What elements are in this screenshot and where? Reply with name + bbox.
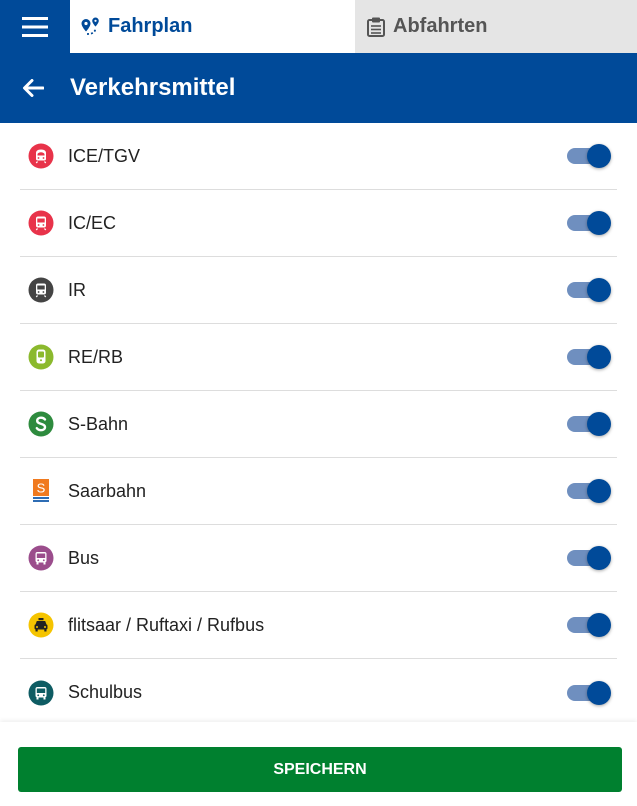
- s-bahn-icon: [28, 411, 54, 437]
- list-item-label: Bus: [68, 547, 100, 568]
- ice-train-icon: [28, 143, 54, 169]
- list-item-bus[interactable]: Bus: [20, 525, 617, 592]
- back-button[interactable]: [0, 53, 66, 123]
- schulbus-toggle[interactable]: [567, 678, 611, 708]
- page-header: Verkehrsmittel: [0, 53, 637, 123]
- list-item-label: flitsaar / Ruftaxi / Rufbus: [68, 614, 265, 635]
- route-icon: [78, 14, 104, 40]
- tab-fahrplan[interactable]: Fahrplan: [70, 0, 355, 53]
- saarbahn-toggle[interactable]: [567, 476, 611, 506]
- top-navigation: Fahrplan Abfahrten: [0, 0, 637, 53]
- school-bus-icon: [28, 680, 54, 706]
- ic-ec-toggle[interactable]: [567, 208, 611, 238]
- tab-fahrplan-label: Fahrplan: [108, 15, 193, 37]
- list-item-schulbus[interactable]: Schulbus: [20, 659, 617, 726]
- tab-abfahrten[interactable]: Abfahrten: [355, 0, 637, 53]
- footer-bar: SPEICHERN: [0, 722, 637, 806]
- list-item-ice-tgv[interactable]: ICE/TGV: [20, 123, 617, 190]
- ic-train-icon: [28, 210, 54, 236]
- list-item-ic-ec[interactable]: IC/EC: [20, 190, 617, 257]
- list-item-flitsaar[interactable]: flitsaar / Ruftaxi / Rufbus: [20, 592, 617, 659]
- list-item-label: RE/RB: [68, 346, 124, 367]
- list-item-label: IC/EC: [68, 212, 117, 233]
- hamburger-menu-icon: [22, 16, 48, 37]
- list-item-label: S-Bahn: [68, 413, 129, 434]
- list-item-s-bahn[interactable]: S-Bahn: [20, 391, 617, 458]
- menu-button[interactable]: [0, 0, 70, 53]
- list-item-label: ICE/TGV: [68, 145, 141, 166]
- taxi-icon: [28, 612, 54, 638]
- list-item-re-rb[interactable]: RE/RB: [20, 324, 617, 391]
- list-item-saarbahn[interactable]: S Saarbahn: [20, 458, 617, 525]
- list-item-label: Saarbahn: [68, 480, 147, 501]
- list-item-label: Schulbus: [68, 682, 143, 702]
- departures-icon: [363, 14, 389, 40]
- transport-mode-list: ICE/TGV IC/EC IR RE/RB S-Bahn S Saarbahn…: [20, 123, 617, 726]
- arrow-left-icon: [23, 79, 44, 97]
- ir-toggle[interactable]: [567, 275, 611, 305]
- s-bahn-toggle[interactable]: [567, 409, 611, 439]
- saarbahn-icon: S: [28, 478, 54, 504]
- re-rb-toggle[interactable]: [567, 342, 611, 372]
- bus-toggle[interactable]: [567, 543, 611, 573]
- ir-train-icon: [28, 277, 54, 303]
- list-item-label: IR: [68, 279, 86, 300]
- flitsaar-toggle[interactable]: [567, 610, 611, 640]
- ice-tgv-toggle[interactable]: [567, 141, 611, 171]
- tab-abfahrten-label: Abfahrten: [393, 15, 488, 37]
- bus-icon: [28, 545, 54, 571]
- save-button[interactable]: SPEICHERN: [18, 747, 622, 792]
- svg-text:S: S: [37, 481, 46, 496]
- list-item-ir[interactable]: IR: [20, 257, 617, 324]
- regional-train-icon: [28, 344, 54, 370]
- page-title: Verkehrsmittel: [70, 74, 236, 101]
